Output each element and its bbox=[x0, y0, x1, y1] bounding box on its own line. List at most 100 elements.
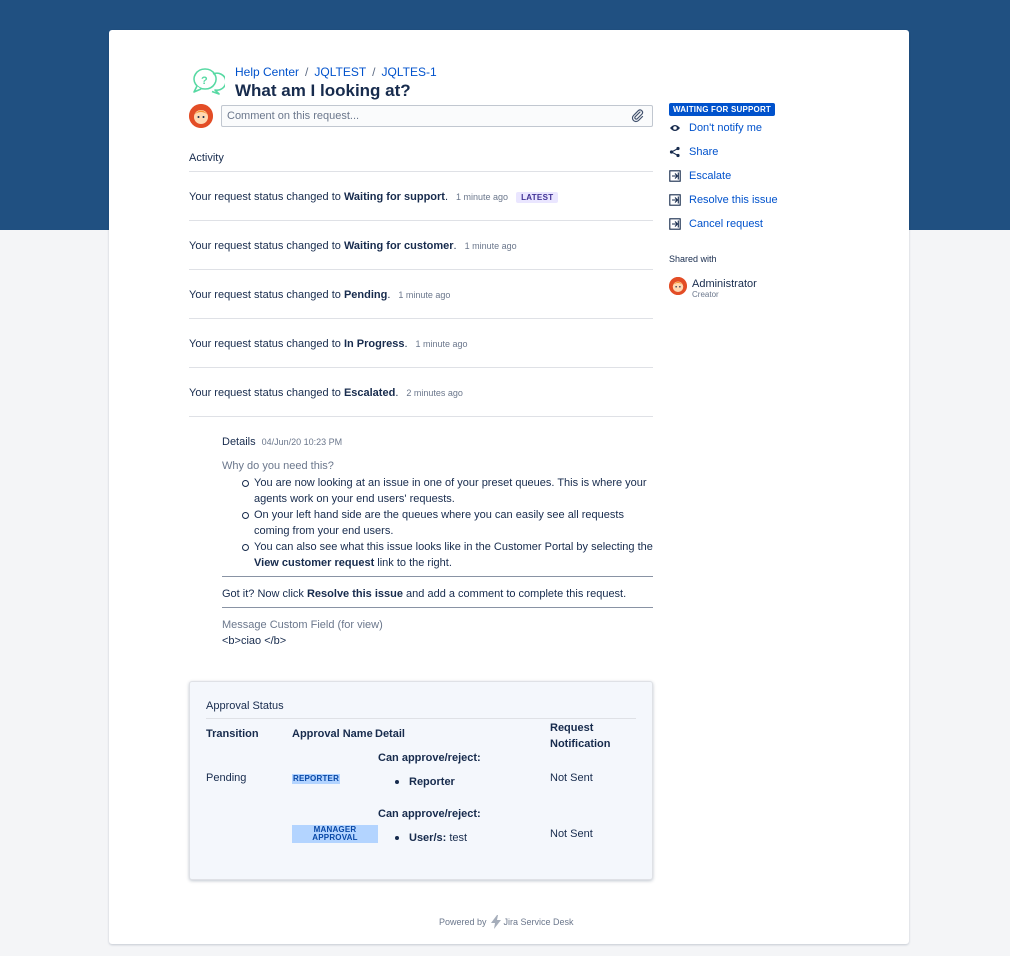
approval-detail-value: test bbox=[449, 832, 468, 844]
divider bbox=[222, 576, 653, 577]
cancel-request-label[interactable]: Cancel request bbox=[689, 218, 763, 230]
activity-status: In Progress bbox=[343, 338, 405, 350]
activity-item: Your request status changed to Pending. … bbox=[189, 289, 451, 301]
resolve-label[interactable]: Resolve this issue bbox=[689, 194, 778, 206]
breadcrumb-separator: / bbox=[305, 65, 309, 79]
activity-status: Pending bbox=[343, 289, 388, 301]
approval-detail-label: Reporter bbox=[409, 776, 455, 788]
gotit-bold: Resolve this issue bbox=[306, 588, 403, 600]
activity-title: Activity bbox=[189, 152, 224, 164]
lightning-icon bbox=[490, 915, 501, 929]
list-item-text: link to the right. bbox=[377, 557, 452, 569]
divider bbox=[189, 171, 653, 172]
bullet-icon bbox=[395, 780, 399, 785]
svg-text:?: ? bbox=[201, 75, 208, 87]
status-badge: WAITING FOR SUPPORT bbox=[669, 103, 776, 116]
share-label[interactable]: Share bbox=[689, 146, 718, 158]
activity-time: 2 minutes ago bbox=[406, 388, 463, 398]
gotit-pre: Got it? Now click bbox=[222, 588, 304, 600]
custom-field-label: Message Custom Field (for view) bbox=[222, 619, 383, 631]
breadcrumb-separator: / bbox=[372, 65, 376, 79]
approval-name-lozenge: REPORTER bbox=[292, 774, 341, 784]
activity-item: Your request status changed to Escalated… bbox=[189, 387, 463, 399]
transition-icon bbox=[669, 194, 681, 206]
escalate-button[interactable]: Escalate bbox=[669, 170, 731, 182]
divider bbox=[189, 220, 653, 221]
approval-detail-item: Reporter bbox=[395, 776, 455, 788]
bullet-icon bbox=[395, 836, 399, 841]
approval-detail-label: User/s: bbox=[409, 832, 447, 844]
transition-icon bbox=[669, 170, 681, 182]
details-question: Why do you need this? bbox=[222, 460, 334, 472]
details-date: 04/Jun/20 10:23 PM bbox=[261, 437, 343, 447]
gotit-post: and add a comment to complete this reque… bbox=[406, 588, 627, 600]
dont-notify-button[interactable]: Don't notify me bbox=[669, 122, 762, 134]
request-card: ? Help Center / JQLTEST / JQLTES-1 What … bbox=[109, 30, 909, 944]
activity-item: Your request status changed to In Progre… bbox=[189, 338, 468, 350]
shared-user-role: Creator bbox=[692, 290, 719, 299]
list-item-bold: View customer request bbox=[254, 557, 375, 569]
activity-prefix: Your request status changed to bbox=[189, 289, 341, 301]
divider bbox=[189, 416, 653, 417]
approval-notification: Not Sent bbox=[550, 772, 593, 784]
activity-time: 1 minute ago bbox=[398, 290, 451, 300]
shared-user-name: Administrator bbox=[692, 278, 757, 290]
approval-name-lozenge: MANAGER APPROVAL bbox=[292, 825, 378, 843]
user-avatar-icon bbox=[189, 104, 213, 128]
activity-prefix: Your request status changed to bbox=[189, 240, 341, 252]
divider bbox=[222, 607, 653, 608]
page-title: What am I looking at? bbox=[235, 81, 411, 100]
column-header-detail: Detail bbox=[375, 728, 405, 740]
latest-badge: LATEST bbox=[516, 192, 559, 203]
powered-by-product: Jira Service Desk bbox=[503, 917, 574, 927]
activity-status: Waiting for support bbox=[343, 191, 445, 203]
column-header-approval-name: Approval Name bbox=[292, 728, 373, 740]
cancel-request-button[interactable]: Cancel request bbox=[669, 218, 763, 230]
resolve-button[interactable]: Resolve this issue bbox=[669, 194, 778, 206]
powered-by: Powered by Jira Service Desk bbox=[439, 915, 574, 929]
gotit-text: Got it? Now click Resolve this issue and… bbox=[222, 588, 626, 600]
user-avatar-icon bbox=[669, 277, 687, 295]
activity-item: Your request status changed to Waiting f… bbox=[189, 191, 559, 203]
attachment-icon[interactable] bbox=[631, 109, 645, 123]
share-button[interactable]: Share bbox=[669, 146, 718, 158]
activity-prefix: Your request status changed to bbox=[189, 191, 341, 203]
details-bullets: You are now looking at an issue in one o… bbox=[242, 475, 662, 571]
share-icon bbox=[669, 146, 680, 158]
breadcrumb-issue[interactable]: JQLTES-1 bbox=[382, 65, 437, 79]
approval-detail-title: Can approve/reject: bbox=[378, 808, 481, 820]
activity-item: Your request status changed to Waiting f… bbox=[189, 240, 517, 252]
eye-icon bbox=[670, 125, 680, 131]
activity-prefix: Your request status changed to bbox=[189, 338, 341, 350]
divider bbox=[189, 367, 653, 368]
details-label: Details bbox=[222, 436, 256, 448]
list-item: You can also see what this issue looks l… bbox=[242, 539, 662, 571]
dont-notify-label[interactable]: Don't notify me bbox=[689, 122, 762, 134]
activity-prefix: Your request status changed to bbox=[189, 387, 341, 399]
divider bbox=[206, 718, 636, 719]
approval-notification: Not Sent bbox=[550, 828, 593, 840]
approval-detail-item: User/s: test bbox=[395, 832, 467, 844]
details-header: Details 04/Jun/20 10:23 PM bbox=[222, 436, 342, 448]
activity-time: 1 minute ago bbox=[464, 241, 517, 251]
approval-heading: Approval Status bbox=[206, 700, 284, 712]
escalate-label[interactable]: Escalate bbox=[689, 170, 731, 182]
activity-status: Escalated bbox=[343, 387, 396, 399]
approval-panel: Approval Status Transition Approval Name… bbox=[189, 681, 653, 880]
comment-input[interactable] bbox=[221, 105, 653, 127]
custom-field-value: <b>ciao </b> bbox=[222, 635, 287, 647]
activity-time: 1 minute ago bbox=[415, 339, 468, 349]
shared-with-title: Shared with bbox=[669, 254, 717, 264]
list-item-text: You can also see what this issue looks l… bbox=[254, 541, 653, 553]
approval-detail-title: Can approve/reject: bbox=[378, 752, 481, 764]
breadcrumb: Help Center / JQLTEST / JQLTES-1 bbox=[235, 65, 437, 79]
approval-transition: Pending bbox=[206, 772, 247, 784]
breadcrumb-help-center[interactable]: Help Center bbox=[235, 65, 299, 79]
divider bbox=[189, 318, 653, 319]
breadcrumb-project[interactable]: JQLTEST bbox=[314, 65, 366, 79]
help-center-icon: ? bbox=[193, 68, 225, 95]
activity-time: 1 minute ago bbox=[456, 192, 509, 202]
powered-by-label: Powered by bbox=[439, 917, 487, 927]
transition-icon bbox=[669, 218, 681, 230]
column-header-transition: Transition bbox=[206, 728, 259, 740]
